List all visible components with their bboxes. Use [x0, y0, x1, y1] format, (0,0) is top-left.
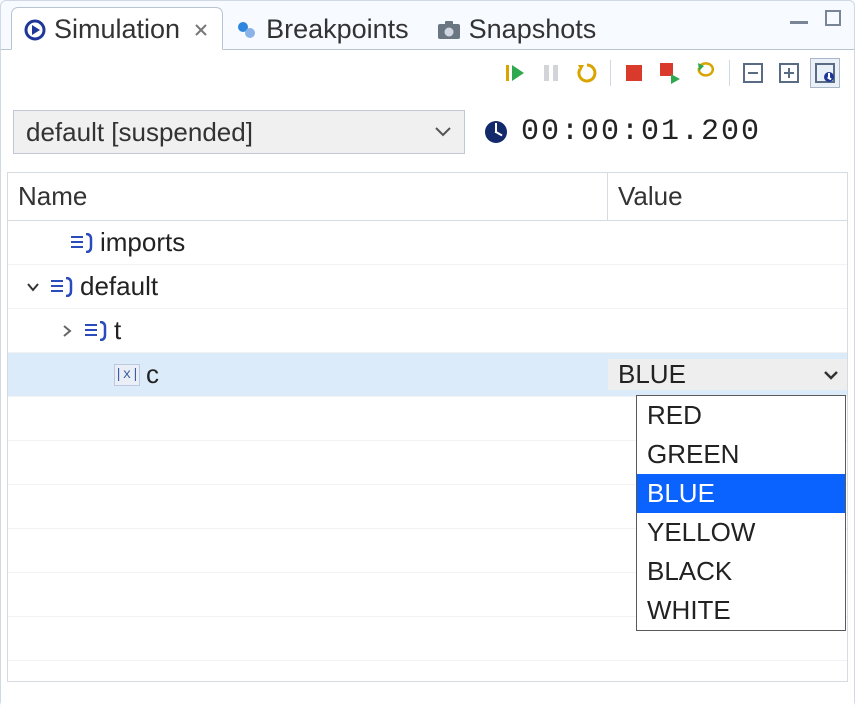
state-row: default [suspended] 00:00:01.200: [7, 104, 848, 160]
variables-table: Name Value imports: [7, 172, 848, 682]
chevron-right-icon[interactable]: [58, 324, 76, 338]
sim-time: 00:00:01.200: [483, 115, 761, 149]
namespace-icon: [48, 276, 74, 298]
row-label: default: [80, 271, 158, 302]
row-label: imports: [100, 227, 185, 258]
row-label: t: [114, 315, 121, 346]
tab-bar: Simulation Breakpoints S: [1, 1, 854, 49]
separator: [610, 60, 611, 86]
terminate-button[interactable]: [619, 58, 649, 88]
value-dropdown[interactable]: REDGREENBLUEYELLOWBLACKWHITE: [636, 395, 846, 631]
dropdown-option[interactable]: GREEN: [637, 435, 845, 474]
value-cell-c[interactable]: BLUE: [608, 359, 847, 390]
dropdown-option[interactable]: RED: [637, 396, 845, 435]
close-icon[interactable]: [194, 23, 208, 37]
variable-icon: |x|: [114, 364, 140, 386]
debug-toolbar: [7, 50, 848, 96]
breakpoints-tab-icon: [236, 19, 258, 41]
window-controls: [788, 9, 844, 27]
tab-snapshots[interactable]: Snapshots: [424, 7, 612, 49]
dropdown-option[interactable]: YELLOW: [637, 513, 845, 552]
expand-all-button[interactable]: [774, 58, 804, 88]
dropdown-option[interactable]: BLUE: [637, 474, 845, 513]
table-header: Name Value: [8, 173, 847, 221]
table-row-t[interactable]: t: [8, 309, 847, 353]
row-label: c: [146, 359, 159, 390]
terminate-relaunch-button[interactable]: [655, 58, 685, 88]
tab-breakpoints[interactable]: Breakpoints: [223, 7, 424, 49]
simulation-view: Simulation Breakpoints S: [0, 0, 855, 707]
column-value-header[interactable]: Value: [608, 173, 847, 220]
tab-simulation[interactable]: Simulation: [11, 7, 223, 50]
thread-select-label: default [suspended]: [26, 117, 253, 148]
clock-icon: [483, 119, 509, 145]
table-row-default[interactable]: default: [8, 265, 847, 309]
chevron-down-icon[interactable]: [24, 280, 42, 294]
chevron-down-icon: [434, 126, 452, 138]
maximize-icon[interactable]: [822, 9, 844, 27]
tab-label: Snapshots: [469, 14, 597, 45]
namespace-icon: [82, 320, 108, 342]
tab-label: Simulation: [54, 14, 180, 45]
minimize-icon[interactable]: [788, 9, 810, 27]
step-cycle-button[interactable]: [691, 58, 721, 88]
content-area: default [suspended] 00:00:01.200 Name Va…: [1, 49, 854, 708]
tab-label: Breakpoints: [266, 14, 409, 45]
separator: [729, 60, 730, 86]
snapshots-tab-icon: [437, 20, 461, 40]
dropdown-option[interactable]: WHITE: [637, 591, 845, 630]
column-name-header[interactable]: Name: [8, 173, 608, 220]
restart-button[interactable]: [572, 58, 602, 88]
table-row-c[interactable]: |x| c BLUE: [8, 353, 847, 397]
pause-button[interactable]: [536, 58, 566, 88]
simulation-tab-icon: [24, 19, 46, 41]
namespace-icon: [68, 232, 94, 254]
toggle-watch-button[interactable]: [810, 58, 840, 88]
resume-button[interactable]: [500, 58, 530, 88]
sim-time-value: 00:00:01.200: [521, 115, 761, 149]
collapse-all-button[interactable]: [738, 58, 768, 88]
table-row-imports[interactable]: imports: [8, 221, 847, 265]
value-text: BLUE: [618, 359, 686, 390]
chevron-down-icon[interactable]: [823, 369, 839, 381]
thread-select[interactable]: default [suspended]: [13, 110, 465, 154]
dropdown-option[interactable]: BLACK: [637, 552, 845, 591]
